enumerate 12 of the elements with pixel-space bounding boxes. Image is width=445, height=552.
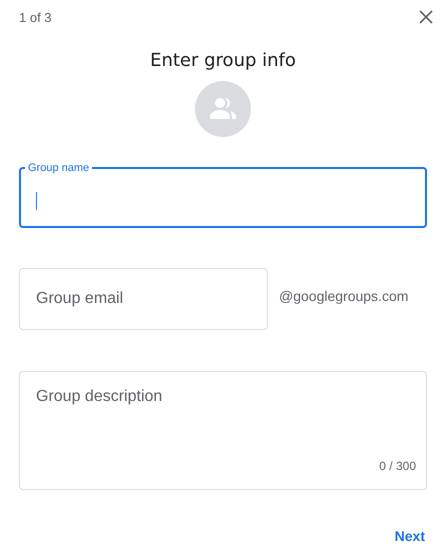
text-cursor bbox=[36, 192, 37, 210]
close-icon[interactable] bbox=[419, 10, 433, 24]
field-label: Group name bbox=[27, 162, 90, 174]
character-counter: 0 / 300 bbox=[379, 459, 416, 473]
email-domain-suffix: @googlegroups.com bbox=[279, 288, 408, 306]
group-email-field[interactable]: Group email bbox=[19, 268, 268, 330]
dialog-title: Enter group info bbox=[149, 50, 297, 71]
group-description-field[interactable]: Group description 0 / 300 bbox=[19, 371, 427, 490]
description-placeholder: Group description bbox=[36, 388, 164, 406]
next-button[interactable]: Next bbox=[390, 524, 429, 548]
group-name-field[interactable]: Group name bbox=[19, 162, 427, 228]
step-counter: 1 of 3 bbox=[19, 10, 52, 24]
